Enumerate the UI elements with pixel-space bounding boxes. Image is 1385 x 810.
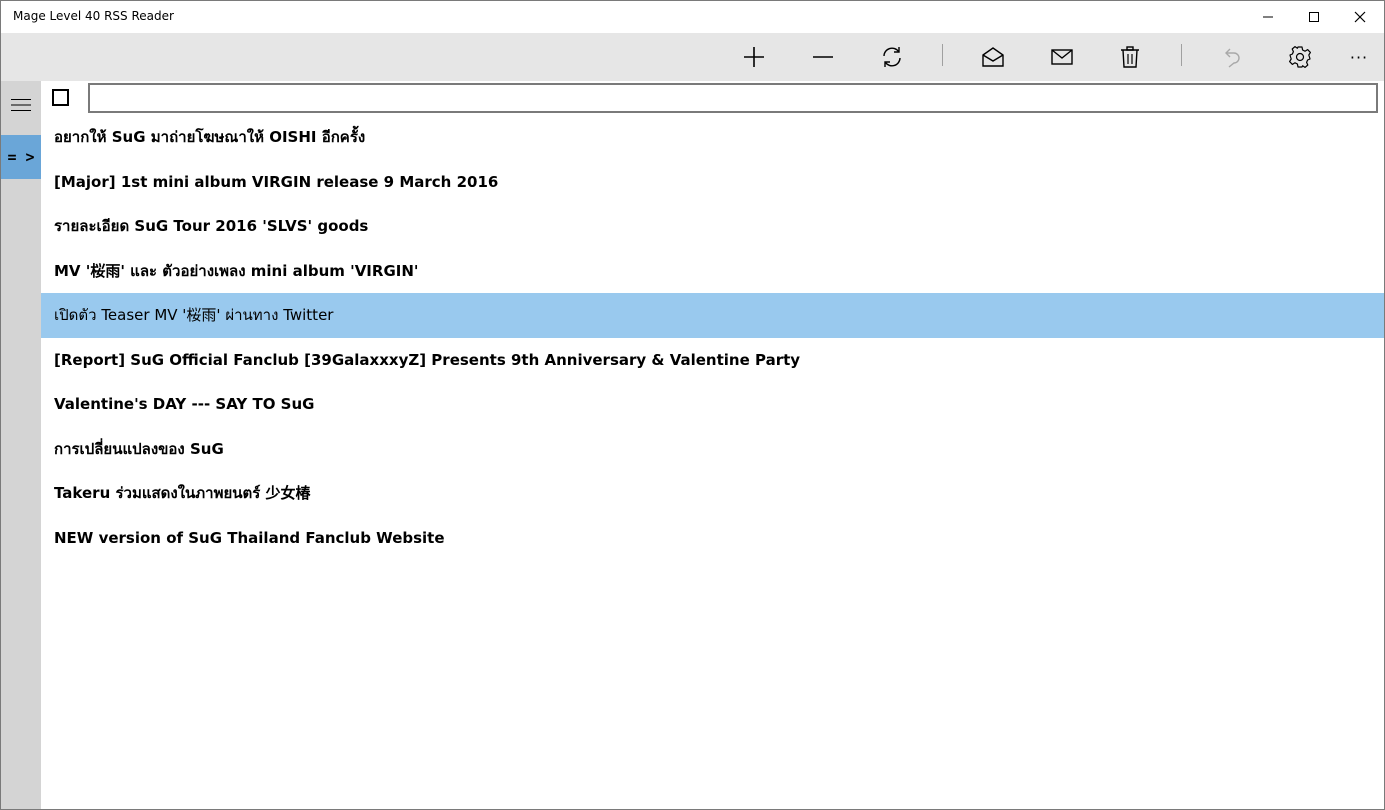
- nav-item-arrow-label: = >: [7, 148, 35, 166]
- toolbar-separator: [1181, 44, 1182, 66]
- minimize-button[interactable]: [1245, 1, 1291, 33]
- plus-icon: [744, 47, 764, 67]
- envelope-icon: [1051, 49, 1073, 65]
- article-title: อยากให้ SuG มาถ่ายโฆษณาให้ OISHI อีกครั้…: [54, 128, 366, 147]
- close-button[interactable]: [1337, 1, 1383, 33]
- maximize-icon: [1309, 12, 1319, 22]
- article-row[interactable]: NEW version of SuG Thailand Fanclub Webs…: [41, 516, 1384, 561]
- article-title: เปิดตัว Teaser MV '桜雨' ผ่านทาง Twitter: [54, 306, 334, 325]
- trash-icon: [1121, 46, 1139, 68]
- article-row[interactable]: การเปลี่ยนแปลงของ SuG: [41, 427, 1384, 472]
- article-title: รายละเอียด SuG Tour 2016 'SLVS' goods: [54, 217, 369, 236]
- article-row[interactable]: Takeru ร่วมแสดงในภาพยนตร์ 少女椿: [41, 471, 1384, 516]
- article-title: NEW version of SuG Thailand Fanclub Webs…: [54, 528, 445, 547]
- mark-read-button[interactable]: [973, 37, 1013, 77]
- article-row[interactable]: Valentine's DAY --- SAY TO SuG: [41, 382, 1384, 427]
- undo-button[interactable]: [1211, 37, 1251, 77]
- article-title: [Major] 1st mini album VIRGIN release 9 …: [54, 172, 499, 191]
- window-title: Mage Level 40 RSS Reader: [13, 9, 174, 23]
- article-row[interactable]: [Report] SuG Official Fanclub [39Galaxxx…: [41, 338, 1384, 383]
- remove-feed-button[interactable]: [803, 37, 843, 77]
- gear-icon: [1289, 46, 1311, 68]
- article-row[interactable]: อยากให้ SuG มาถ่ายโฆษณาให้ OISHI อีกครั้…: [41, 115, 1384, 160]
- article-row[interactable]: รายละเอียด SuG Tour 2016 'SLVS' goods: [41, 204, 1384, 249]
- settings-button[interactable]: [1280, 37, 1320, 77]
- command-bar: ···: [1, 33, 1384, 81]
- more-button[interactable]: ···: [1339, 37, 1379, 77]
- delete-button[interactable]: [1110, 37, 1150, 77]
- article-title: การเปลี่ยนแปลงของ SuG: [54, 439, 224, 458]
- minimize-icon: [1263, 16, 1273, 18]
- title-bar: Mage Level 40 RSS Reader: [1, 1, 1384, 33]
- article-row[interactable]: MV '桜雨' และ ตัวอย่างเพลง mini album 'VIR…: [41, 249, 1384, 294]
- ellipsis-icon: ···: [1349, 47, 1369, 67]
- nav-pane: = >: [1, 81, 41, 809]
- hamburger-icon: [11, 99, 31, 111]
- minus-icon: [813, 56, 833, 58]
- search-input[interactable]: [88, 83, 1378, 113]
- article-row[interactable]: [Major] 1st mini album VIRGIN release 9 …: [41, 160, 1384, 205]
- article-title: Valentine's DAY --- SAY TO SuG: [54, 395, 315, 414]
- envelope-open-icon: [982, 47, 1004, 67]
- maximize-button[interactable]: [1291, 1, 1337, 33]
- article-row-selected[interactable]: เปิดตัว Teaser MV '桜雨' ผ่านทาง Twitter: [41, 293, 1384, 338]
- undo-icon: [1225, 48, 1240, 68]
- article-pane: อยากให้ SuG มาถ่ายโฆษณาให้ OISHI อีกครั้…: [41, 81, 1384, 809]
- article-title: [Report] SuG Official Fanclub [39Galaxxx…: [54, 350, 801, 369]
- nav-item-arrow[interactable]: = >: [1, 135, 41, 179]
- refresh-button[interactable]: [872, 37, 912, 77]
- article-title: MV '桜雨' และ ตัวอย่างเพลง mini album 'VIR…: [54, 261, 419, 280]
- hamburger-button[interactable]: [1, 89, 41, 121]
- article-list: อยากให้ SuG มาถ่ายโฆษณาให้ OISHI อีกครั้…: [41, 115, 1384, 560]
- toolbar-separator: [942, 44, 943, 66]
- article-title: Takeru ร่วมแสดงในภาพยนตร์ 少女椿: [54, 484, 311, 503]
- select-all-checkbox[interactable]: [52, 89, 69, 106]
- mark-unread-button[interactable]: [1042, 37, 1082, 77]
- close-icon: [1354, 11, 1366, 23]
- app-window: Mage Level 40 RSS Reader ··· = > อยากให้…: [0, 0, 1385, 810]
- add-feed-button[interactable]: [734, 37, 774, 77]
- refresh-icon: [883, 47, 901, 67]
